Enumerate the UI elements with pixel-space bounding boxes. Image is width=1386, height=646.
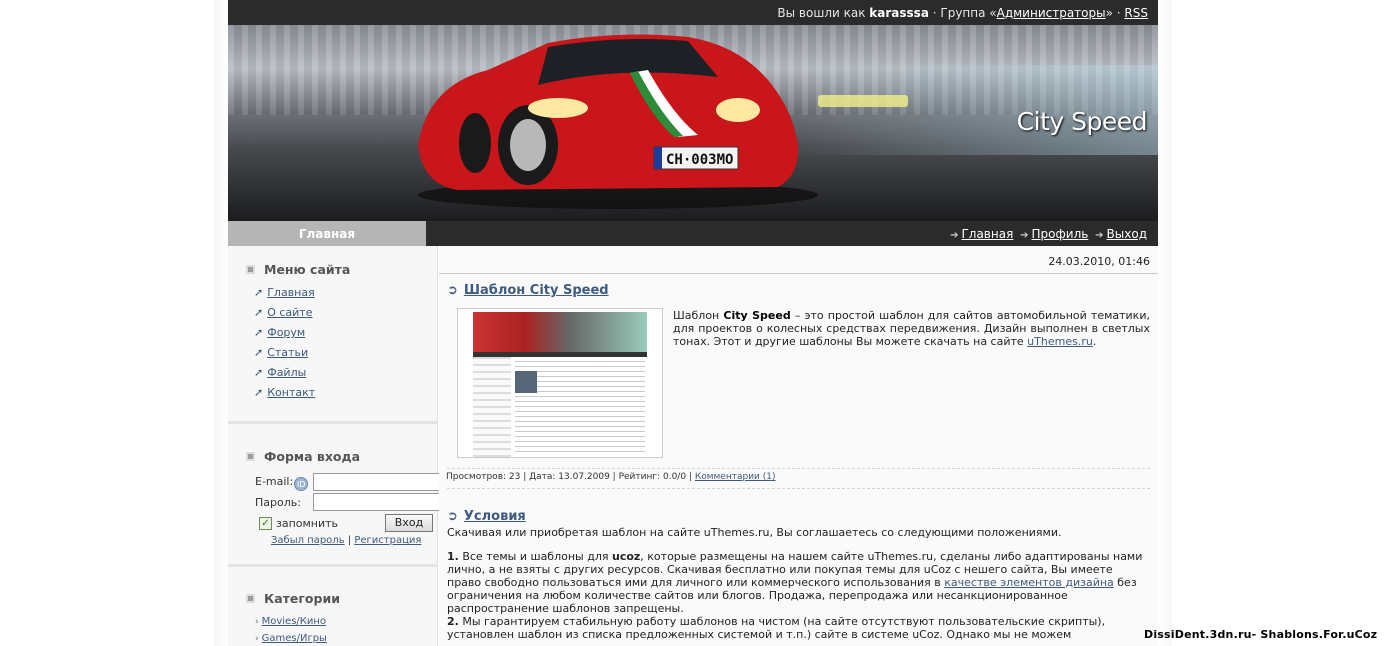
conditions-title-link[interactable]: Условия <box>464 509 526 524</box>
post-meta: Просмотров: 23 | Дата: 13.07.2009 | Рейт… <box>446 472 776 482</box>
sidebar-item-files[interactable]: ➚ Файлы <box>254 366 306 379</box>
page-container: Вы вошли как karasssa · Группа «Админист… <box>228 0 1158 646</box>
circular-arrow-icon: ➲ <box>447 509 458 524</box>
uthemes-link[interactable]: uThemes.ru <box>1027 335 1093 348</box>
remember-checkbox[interactable]: ✓ <box>259 517 272 530</box>
register-link[interactable]: Регистрация <box>354 535 421 546</box>
arrow-right-icon: ➔ <box>1020 230 1029 241</box>
arrow-up-right-icon: ➚ <box>254 346 264 359</box>
main-content: 24.03.2010, 01:46 ➲ Шаблон City Speed Шаб… <box>439 246 1158 646</box>
rss-link[interactable]: RSS <box>1124 6 1148 20</box>
circular-arrow-icon: ➲ <box>447 283 458 298</box>
current-date: 24.03.2010, 01:46 <box>1048 255 1150 268</box>
sidebar-item-home[interactable]: ➚ Главная <box>254 286 315 299</box>
chevron-right-icon: › <box>255 617 259 627</box>
nav-bar: Главная ➔ Главная ➔ Профиль ➔ Выход <box>228 221 1158 246</box>
username-link[interactable]: karasssa <box>869 6 929 20</box>
login-button[interactable]: Вход <box>385 514 433 532</box>
group-link[interactable]: Администраторы <box>997 6 1106 20</box>
nav-link-profile[interactable]: Профиль <box>1032 227 1089 241</box>
logged-in-prefix: Вы вошли как <box>777 6 866 20</box>
arrow-right-icon: ➔ <box>950 230 959 241</box>
category-item-games[interactable]: › Games/Игры <box>255 633 327 644</box>
conditions-text: Скачивая или приобретая шаблон на сайте … <box>447 526 1150 641</box>
arrow-up-right-icon: ➚ <box>254 286 264 299</box>
sidebar-item-about[interactable]: ➚ О сайте <box>254 306 313 319</box>
user-bar: Вы вошли как karasssa · Группа «Админист… <box>228 0 1158 25</box>
group-suffix: » · <box>1105 6 1121 20</box>
conditions-intro: Скачивая или приобретая шаблон на сайте … <box>447 526 1062 539</box>
email-label-row: E-mail: ID <box>255 475 309 491</box>
arrow-up-right-icon: ➚ <box>254 386 264 399</box>
openid-icon[interactable]: ID <box>294 477 309 491</box>
dotted-divider <box>447 488 1150 489</box>
email-label: E-mail: <box>255 475 294 488</box>
email-field[interactable] <box>313 473 440 491</box>
nav-link-logout[interactable]: Выход <box>1107 227 1147 241</box>
dotted-divider <box>447 468 1150 469</box>
conditions-point-2: 2. Мы гарантируем стабильную работу шабл… <box>447 615 1106 641</box>
block-divider <box>228 564 438 567</box>
post-title-row: ➲ Условия <box>447 509 526 524</box>
remember-label: запомнить <box>276 517 339 530</box>
menu-block-title: Меню сайта <box>246 262 350 277</box>
post-description: Шаблон City Speed – это простой шаблон д… <box>673 309 1150 348</box>
sidebar: Меню сайта ➚ Главная ➚ О сайте ➚ Форум ➚ Ста… <box>228 246 440 646</box>
post-title-link[interactable]: Шаблон City Speed <box>464 283 609 298</box>
sidebar-item-articles[interactable]: ➚ Статьи <box>254 346 308 359</box>
header-banner: CH·003MO City Speed <box>228 25 1158 221</box>
password-label: Пароль: <box>255 496 301 509</box>
login-links-divider: | <box>347 535 352 546</box>
chevron-right-icon: › <box>255 634 259 644</box>
tab-home[interactable]: Главная <box>228 221 426 246</box>
arrow-right-icon: ➔ <box>1095 230 1104 241</box>
design-elements-link[interactable]: качестве элементов дизайна <box>944 576 1114 589</box>
conditions-point-1: 1. Все темы и шаблоны для ucoz, которые … <box>447 550 1143 615</box>
categories-block-title: Категории <box>246 591 340 606</box>
login-links: Забыл пароль | Регистрация <box>271 535 421 546</box>
square-bullet-icon <box>246 265 255 274</box>
watermark-text: DissiDent.3dn.ru- Shablons.For.uCoz <box>1144 628 1378 641</box>
arrow-up-right-icon: ➚ <box>254 366 264 379</box>
post-title-row: ➲ Шаблон City Speed <box>447 283 609 298</box>
content-divider <box>439 273 1158 274</box>
password-field[interactable] <box>313 493 440 511</box>
forgot-password-link[interactable]: Забыл пароль <box>271 535 345 546</box>
arrow-up-right-icon: ➚ <box>254 326 264 339</box>
login-block-title: Форма входа <box>246 449 360 464</box>
sidebar-item-contact[interactable]: ➚ Контакт <box>254 386 315 399</box>
template-thumbnail[interactable] <box>457 308 663 458</box>
group-prefix: · Группа « <box>932 6 997 20</box>
site-title: City Speed <box>1016 107 1148 136</box>
block-divider <box>228 421 438 424</box>
comments-link[interactable]: Комментарии (1) <box>695 472 776 482</box>
square-bullet-icon <box>246 594 255 603</box>
arrow-up-right-icon: ➚ <box>254 306 264 319</box>
category-item-movies[interactable]: › Movies/Кино <box>255 616 326 627</box>
nav-link-home[interactable]: Главная <box>961 227 1013 241</box>
nav-links: ➔ Главная ➔ Профиль ➔ Выход <box>947 227 1147 241</box>
svg-text:CH·003MO: CH·003MO <box>666 152 733 168</box>
square-bullet-icon <box>246 452 255 461</box>
sidebar-item-forum[interactable]: ➚ Форум <box>254 326 305 339</box>
car-image: CH·003MO <box>418 34 818 209</box>
